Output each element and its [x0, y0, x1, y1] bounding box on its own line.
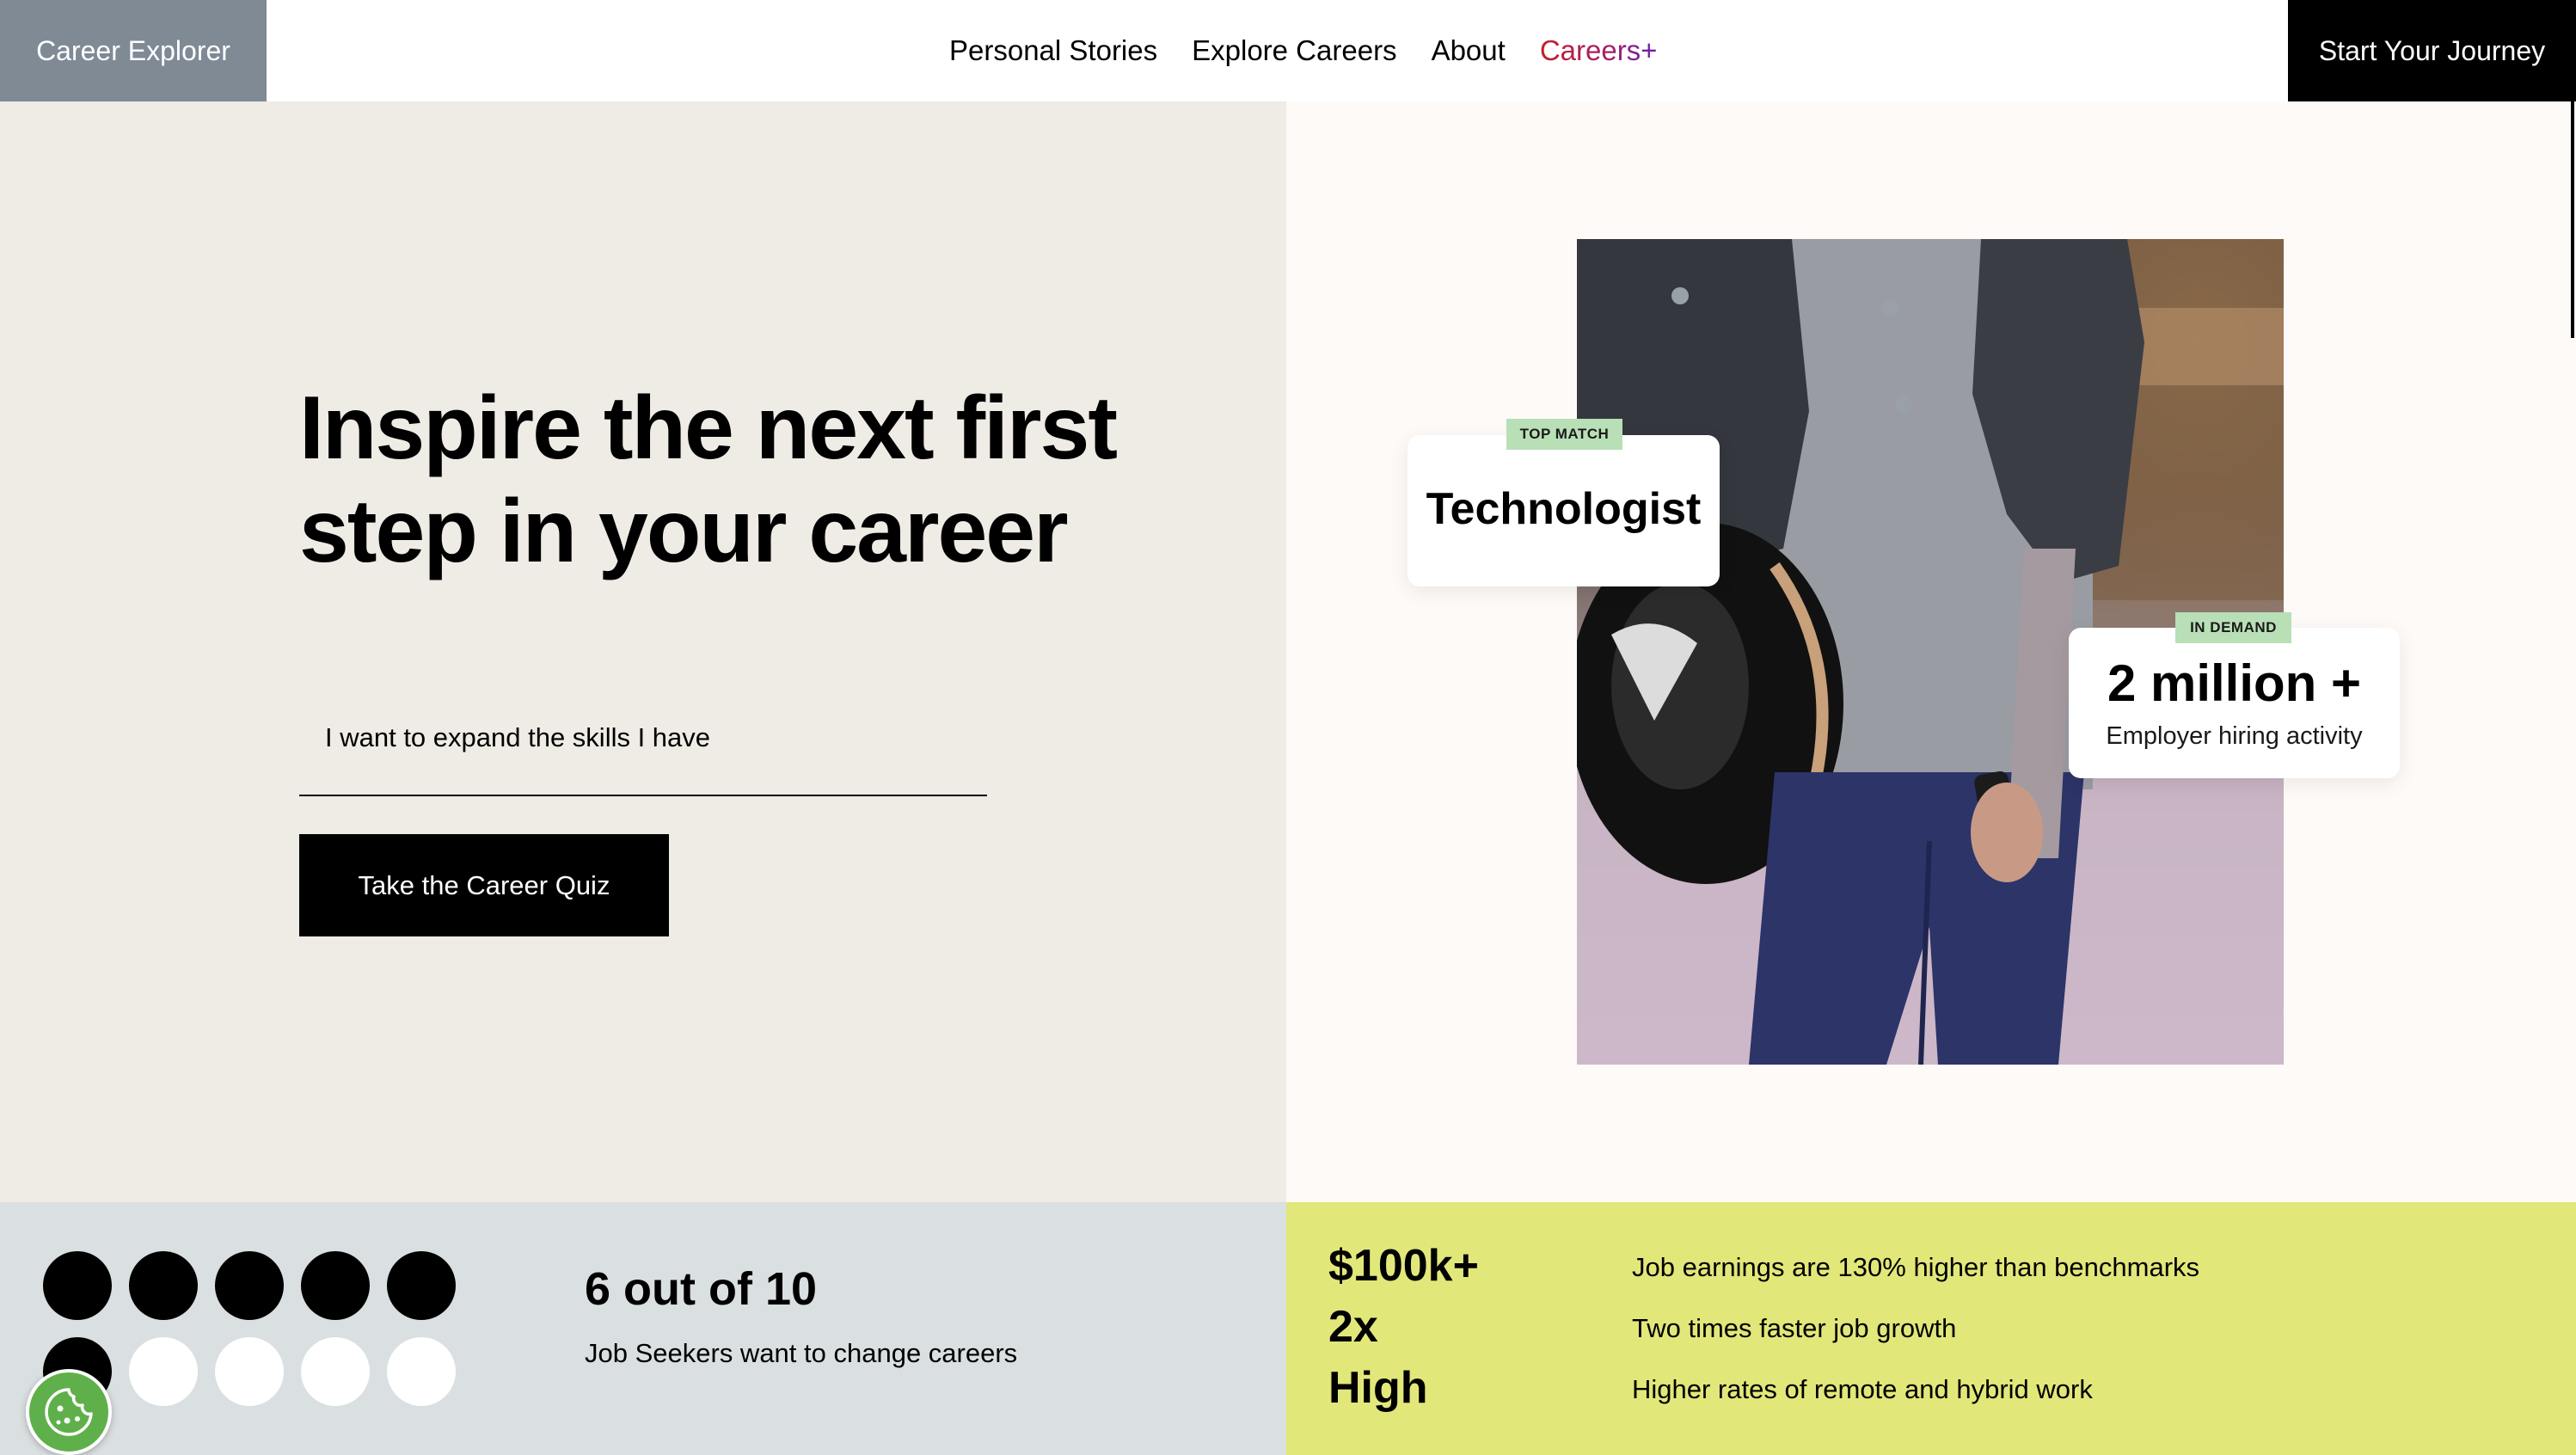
in-demand-value: 2 million + [2107, 654, 2362, 712]
dot-empty [215, 1337, 284, 1406]
in-demand-label: Employer hiring activity [2106, 722, 2363, 750]
top-match-title: Technologist [1426, 484, 1702, 534]
nav-careers-plus[interactable]: Careers+ [1540, 34, 1658, 67]
in-demand-card: 2 million + Employer hiring activity [2069, 628, 2400, 778]
stat-label: Job Seekers want to change careers [585, 1338, 1018, 1368]
metric-text-growth: Two times faster job growth [1632, 1313, 1957, 1343]
nav-personal-stories[interactable]: Personal Stories [949, 34, 1157, 67]
stat-headline: 6 out of 10 [585, 1263, 818, 1315]
dot-filled [129, 1251, 198, 1320]
nav-explore-careers[interactable]: Explore Careers [1192, 34, 1396, 67]
brand-logo[interactable]: Career Explorer [0, 0, 267, 101]
dot-filled [43, 1251, 112, 1320]
career-goal-field [299, 705, 987, 796]
dot-filled [387, 1251, 456, 1320]
site-header: Career Explorer Personal Stories Explore… [0, 0, 2576, 101]
metric-value-growth: 2x [1328, 1302, 1378, 1352]
dot-empty [387, 1337, 456, 1406]
metric-text-remote: Higher rates of remote and hybrid work [1632, 1374, 2093, 1404]
dot-filled [215, 1251, 284, 1320]
stats-left-panel [0, 1202, 1286, 1455]
top-match-badge: TOP MATCH [1506, 419, 1622, 450]
dot-empty [129, 1337, 198, 1406]
cookie-settings-button[interactable] [26, 1369, 112, 1455]
career-quiz-button[interactable]: Take the Career Quiz [299, 834, 669, 936]
nav-about[interactable]: About [1432, 34, 1506, 67]
dot-empty [301, 1337, 370, 1406]
career-goal-input[interactable] [325, 712, 978, 764]
hero-left-panel [0, 101, 1286, 1202]
dot-filled [301, 1251, 370, 1320]
start-journey-button[interactable]: Start Your Journey [2288, 0, 2576, 101]
page-scrollbar[interactable] [2571, 101, 2574, 338]
cookie-icon [45, 1388, 93, 1436]
metric-text-earnings: Job earnings are 130% higher than benchm… [1632, 1252, 2200, 1282]
metric-value-remote: High [1328, 1363, 1428, 1413]
top-match-card: Technologist [1408, 435, 1720, 586]
metric-value-earnings: $100k+ [1328, 1241, 1479, 1291]
main-nav: Personal Stories Explore Careers About C… [949, 0, 1657, 101]
in-demand-badge: IN DEMAND [2175, 612, 2291, 643]
hero-headline: Inspire the next first step in your care… [299, 378, 1118, 581]
